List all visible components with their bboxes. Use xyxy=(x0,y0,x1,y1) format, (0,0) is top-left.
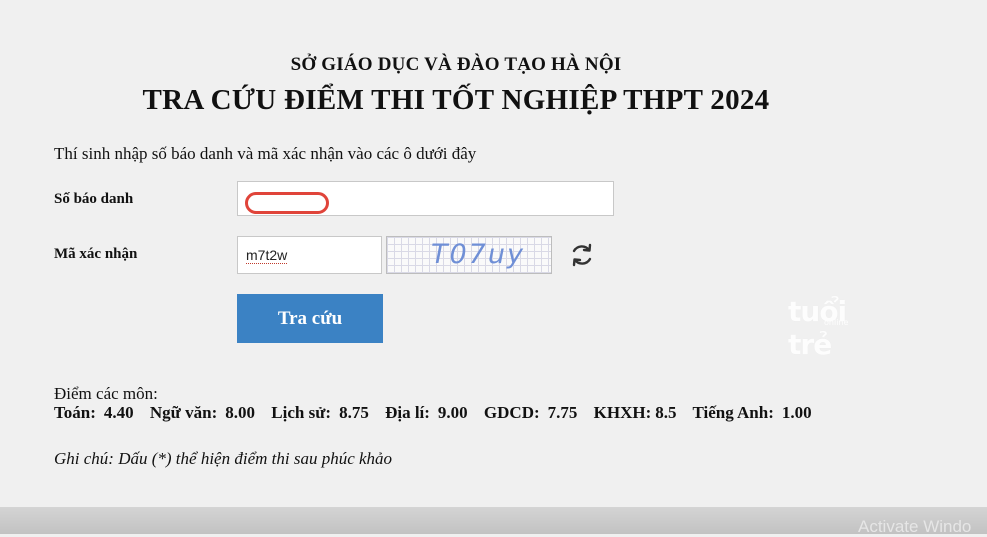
refresh-captcha-icon[interactable] xyxy=(566,239,598,271)
verification-code-input[interactable]: m7t2w xyxy=(237,236,382,274)
score-item-lich-su: Lịch sử: 8.75 xyxy=(271,403,369,422)
captcha-text: T07uy xyxy=(431,239,525,270)
score-item-gdcd: GDCD: 7.75 xyxy=(483,403,578,422)
watermark-sub: online xyxy=(824,318,849,327)
score-item-dia-li: Địa lí: 9.00 xyxy=(385,403,468,422)
watermark-brand: tuổi trẻ xyxy=(788,295,847,361)
search-button[interactable]: Tra cứu xyxy=(237,294,383,343)
score-item-khxh: KHXH: 8.5 xyxy=(593,403,677,422)
scores-title: Điểm các môn: xyxy=(54,384,158,403)
verification-code-label: Mã xác nhận xyxy=(54,246,138,262)
redaction-highlight xyxy=(245,192,329,214)
candidate-number-input[interactable] xyxy=(237,181,614,216)
tuoi-tre-watermark-logo: tuổi trẻ online xyxy=(788,295,892,361)
score-item-toan: Toán: 4.40 xyxy=(54,403,134,422)
page-title: TRA CỨU ĐIỂM THI TỐT NGHIỆP THPT 2024 xyxy=(142,84,770,116)
verification-code-value: m7t2w xyxy=(246,247,288,264)
window-bottom-bar xyxy=(0,507,987,534)
organization-name: SỞ GIÁO DỤC VÀ ĐÀO TẠO HÀ NỘI xyxy=(290,54,622,75)
scores-note: Ghi chú: Dấu (*) thể hiện điểm thi sau p… xyxy=(54,449,393,468)
captcha-image: T07uy xyxy=(386,236,552,274)
activate-windows-watermark: Activate Windo xyxy=(858,517,972,536)
score-lookup-page: SỞ GIÁO DỤC VÀ ĐÀO TẠO HÀ NỘI TRA CỨU ĐI… xyxy=(0,0,987,536)
scores-row: Toán: 4.40 Ngữ văn: 8.00 Lịch sử: 8.75 Địa … xyxy=(54,403,812,423)
candidate-number-label: Số báo danh xyxy=(54,191,134,207)
form-instruction: Thí sinh nhập số báo danh và mã xác nhận… xyxy=(54,144,477,163)
score-item-ngu-van: Ngữ văn: 8.00 xyxy=(149,403,256,422)
score-item-tieng-anh: Tiếng Anh: 1.00 xyxy=(692,403,812,422)
